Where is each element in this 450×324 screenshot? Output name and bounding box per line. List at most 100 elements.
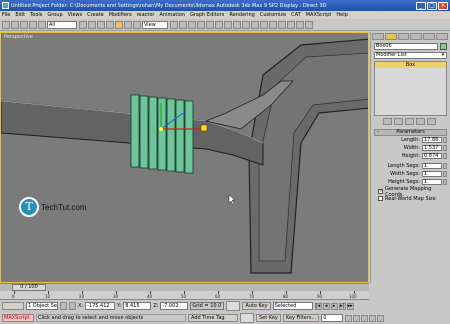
go-to-start-icon[interactable]: |◂	[314, 302, 322, 310]
perspective-viewport[interactable]: Perspective T TechTut.com	[0, 32, 369, 283]
object-color-swatch[interactable]	[440, 43, 447, 50]
length-field[interactable]: 17.88	[422, 137, 442, 143]
selection-filter-dropdown[interactable]: All	[47, 20, 77, 29]
hierarchy-tab-icon[interactable]	[397, 33, 410, 40]
next-frame-icon[interactable]: ▸|	[338, 302, 346, 310]
menu-customize[interactable]: Customize	[260, 12, 286, 18]
schematic-view-icon[interactable]	[269, 20, 277, 29]
menu-views[interactable]: Views	[68, 12, 82, 18]
zoom-icon[interactable]	[345, 314, 353, 322]
spinner-snap-icon[interactable]	[215, 20, 223, 29]
orbit-icon[interactable]	[369, 314, 377, 322]
previous-frame-icon[interactable]: ◂	[322, 302, 330, 310]
quick-render-icon[interactable]	[305, 20, 313, 29]
z-coordinate-field[interactable]: -7.002	[160, 302, 189, 310]
set-key-button[interactable]: Set Key	[256, 314, 281, 322]
time-slider[interactable]: 0 / 100	[0, 283, 369, 291]
make-unique-icon[interactable]	[405, 118, 414, 125]
height-segs-spinner[interactable]	[443, 179, 447, 185]
set-key-icon[interactable]	[226, 301, 241, 311]
length-segs-field[interactable]: 1	[422, 163, 442, 169]
menu-edit[interactable]: Edit	[15, 12, 25, 18]
minimize-button[interactable]: _	[416, 1, 426, 10]
menu-rendering[interactable]: Rendering	[229, 12, 255, 18]
reference-coordinate-dropdown[interactable]: View	[142, 20, 168, 29]
create-tab-icon[interactable]	[372, 33, 384, 40]
play-icon[interactable]: ▸	[330, 302, 338, 310]
close-button[interactable]: ×	[438, 1, 448, 10]
pan-icon[interactable]	[361, 314, 369, 322]
snap-toggle-icon[interactable]	[188, 20, 196, 29]
select-object-icon[interactable]	[79, 20, 87, 29]
menu-maxscript[interactable]: MAXScript	[306, 12, 332, 18]
stack-item-box[interactable]: Box	[375, 62, 446, 68]
modify-tab-icon[interactable]	[384, 33, 397, 40]
generate-mapping-checkbox[interactable]: ✓ Generate Mapping Coords.	[374, 186, 447, 198]
angle-snap-icon[interactable]	[197, 20, 205, 29]
menu-animation[interactable]: Animation	[159, 12, 185, 18]
menu-reactor[interactable]: reactor	[137, 12, 155, 18]
app-icon[interactable]	[2, 2, 9, 9]
select-and-scale-icon[interactable]	[133, 20, 141, 29]
window-crossing-icon[interactable]	[106, 20, 114, 29]
align-icon[interactable]	[242, 20, 250, 29]
undo-icon[interactable]	[2, 20, 10, 29]
height-spinner[interactable]	[443, 153, 447, 159]
auto-key-button[interactable]: Auto Key	[242, 302, 271, 310]
selected-box-group[interactable]	[130, 94, 194, 174]
height-field[interactable]: 0.874	[422, 153, 442, 159]
parameters-header[interactable]: - Parameters	[374, 129, 447, 136]
pin-stack-icon[interactable]	[383, 118, 392, 125]
add-time-tag-button[interactable]: Add Time Tag	[188, 314, 238, 322]
motion-tab-icon[interactable]	[410, 33, 423, 40]
width-segs-spinner[interactable]	[443, 171, 447, 177]
go-to-end-icon[interactable]: ▸▸	[346, 302, 354, 310]
named-selection-icon[interactable]	[224, 20, 232, 29]
viewport-icon-button[interactable]	[2, 302, 24, 310]
selection-region-icon[interactable]	[97, 20, 105, 29]
curve-editor-icon[interactable]	[260, 20, 268, 29]
time-slider-thumb[interactable]: 0 / 100	[12, 284, 46, 291]
select-and-move-icon[interactable]	[115, 20, 123, 29]
width-spinner[interactable]	[443, 145, 447, 151]
zoom-all-icon[interactable]	[353, 314, 361, 322]
render-setup-icon[interactable]	[287, 20, 295, 29]
key-selection-dropdown[interactable]: Selected	[272, 302, 313, 310]
bind-space-warp-icon[interactable]	[38, 20, 46, 29]
width-segs-field[interactable]: 1	[422, 171, 442, 177]
redo-icon[interactable]	[11, 20, 19, 29]
link-icon[interactable]	[20, 20, 28, 29]
menu-modifiers[interactable]: Modifiers	[109, 12, 132, 18]
y-coordinate-field[interactable]: 8.415	[123, 302, 152, 310]
menu-tools[interactable]: Tools	[30, 12, 42, 18]
maximize-button[interactable]: □	[427, 1, 437, 10]
length-spinner[interactable]	[443, 137, 447, 143]
menu-help[interactable]: Help	[336, 12, 347, 18]
width-field[interactable]: 1.537	[422, 145, 442, 151]
layer-manager-icon[interactable]	[251, 20, 259, 29]
selection-lock-icon[interactable]	[60, 302, 67, 310]
modifier-list-dropdown[interactable]: Modifier List ▾	[374, 52, 447, 59]
menu-file[interactable]: File	[2, 12, 10, 18]
show-end-result-icon[interactable]	[394, 118, 403, 125]
object-name-field[interactable]: Box06	[374, 43, 438, 50]
menu-cat[interactable]: CAT	[291, 12, 301, 18]
modifier-stack[interactable]: Box	[374, 61, 447, 116]
maxscript-listener[interactable]: MAXScript	[2, 314, 34, 322]
pivot-center-icon[interactable]	[170, 20, 178, 29]
height-segs-field[interactable]: 1	[422, 179, 442, 185]
current-frame-field[interactable]: 0	[321, 314, 344, 322]
select-and-rotate-icon[interactable]	[124, 20, 132, 29]
manipulate-icon[interactable]	[179, 20, 187, 29]
key-icon[interactable]	[240, 313, 254, 323]
remove-modifier-icon[interactable]	[416, 118, 425, 125]
display-tab-icon[interactable]	[423, 33, 436, 40]
track-bar[interactable]: 0 10 20 30 40 50 60 70 80 90 100	[0, 291, 369, 300]
menu-create[interactable]: Create	[87, 12, 104, 18]
mirror-icon[interactable]	[233, 20, 241, 29]
x-coordinate-field[interactable]: -175.412	[85, 302, 116, 310]
length-segs-spinner[interactable]	[443, 163, 447, 169]
percent-snap-icon[interactable]	[206, 20, 214, 29]
maximize-viewport-icon[interactable]	[377, 314, 385, 322]
utilities-tab-icon[interactable]	[436, 33, 448, 40]
